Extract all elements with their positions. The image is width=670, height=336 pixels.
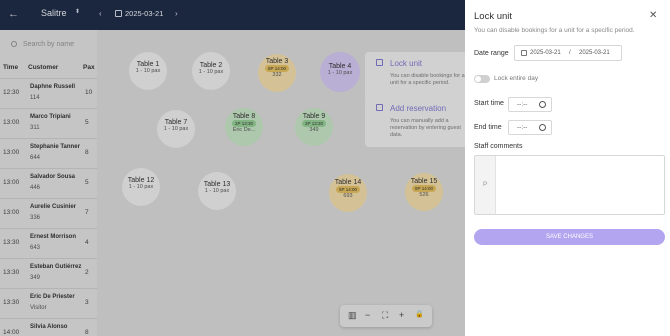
- start-time-label: Start time: [474, 100, 504, 107]
- staff-comments-textarea[interactable]: P: [474, 155, 665, 215]
- date-range-label: Date range: [474, 50, 509, 57]
- comments-gutter-mark: P: [483, 181, 488, 188]
- staff-comments-label: Staff comments: [474, 143, 523, 150]
- close-icon[interactable]: ✕: [649, 10, 657, 21]
- panel-title: Lock unit: [474, 11, 513, 22]
- date-separator: /: [569, 50, 571, 56]
- date-range-field[interactable]: 2025-03-21 / 2025-03-21: [514, 45, 622, 61]
- save-changes-button[interactable]: SAVE CHANGES: [474, 229, 665, 245]
- save-changes-label: SAVE CHANGES: [546, 234, 593, 240]
- date-to: 2025-03-21: [579, 50, 610, 56]
- modal-overlay[interactable]: [0, 0, 465, 336]
- lock-entire-day-toggle[interactable]: [474, 75, 490, 83]
- clock-icon: [539, 101, 546, 108]
- date-from: 2025-03-21: [530, 50, 561, 56]
- lock-unit-panel: Lock unit ✕ You can disable bookings for…: [465, 0, 670, 336]
- lock-entire-day-label: Lock entire day: [494, 75, 539, 82]
- comments-gutter: P: [475, 156, 496, 214]
- start-time-value: --:--: [517, 101, 528, 108]
- clock-icon: [539, 124, 546, 131]
- end-time-input[interactable]: --:--: [508, 120, 552, 135]
- panel-subtitle: You can disable bookings for a unit for …: [474, 27, 635, 34]
- calendar-icon: [521, 50, 527, 56]
- end-time-value: --:--: [517, 124, 528, 131]
- start-time-input[interactable]: --:--: [508, 97, 552, 112]
- end-time-label: End time: [474, 124, 502, 131]
